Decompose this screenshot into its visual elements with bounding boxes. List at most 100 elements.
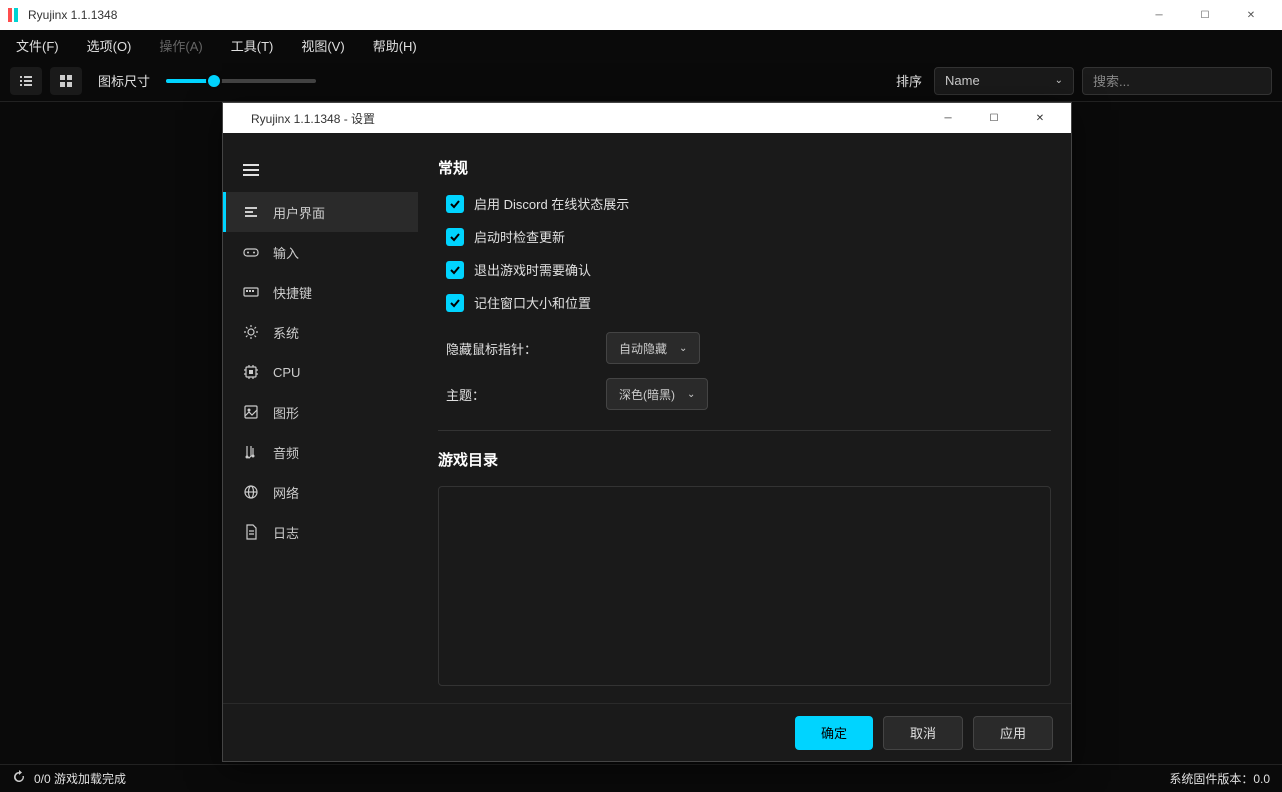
checkbox-row: 启动时检查更新 xyxy=(438,227,1051,246)
nav-item-log[interactable]: 日志 xyxy=(223,512,418,552)
nav-item-label: 日志 xyxy=(273,523,299,542)
menubar: 文件(F) 选项(O) 操作(A) 工具(T) 视图(V) 帮助(H) xyxy=(0,30,1282,60)
nav-item-audio[interactable]: 音频 xyxy=(223,432,418,472)
system-icon xyxy=(243,324,259,340)
main-titlebar: Ryujinx 1.1.1348 ─ ☐ ✕ xyxy=(0,0,1282,30)
theme-label: 主题： xyxy=(446,385,586,404)
hamburger-icon xyxy=(243,163,259,177)
checkbox-row: 记住窗口大小和位置 xyxy=(438,293,1051,312)
section-gamedir-title: 游戏目录 xyxy=(438,449,1051,470)
list-view-button[interactable] xyxy=(10,67,42,95)
checkbox-row: 退出游戏时需要确认 xyxy=(438,260,1051,279)
checkbox-0[interactable] xyxy=(446,195,464,213)
list-icon xyxy=(19,74,33,88)
audio-icon xyxy=(243,444,259,460)
statusbar: 0/0 游戏加载完成 系统固件版本：0.0 xyxy=(0,764,1282,792)
settings-dialog: Ryujinx 1.1.1348 - 设置 ─ ☐ ✕ 用户界面输入快捷键系统 C… xyxy=(222,102,1072,762)
toolbar: 图标尺寸 排序 Name ⌄ 搜索... xyxy=(0,60,1282,102)
menu-actions: 操作(A) xyxy=(153,32,208,59)
nav-item-cpu[interactable]: CPU xyxy=(223,352,418,392)
cpu-icon xyxy=(243,364,259,380)
apply-button[interactable]: 应用 xyxy=(973,716,1053,750)
sort-label: 排序 xyxy=(896,71,922,90)
nav-item-graphics[interactable]: 图形 xyxy=(223,392,418,432)
check-icon xyxy=(449,264,461,276)
settings-content: 常规 启用 Discord 在线状态展示启动时检查更新退出游戏时需要确认记住窗口… xyxy=(418,133,1071,703)
app-logo-icon xyxy=(8,8,22,22)
network-icon xyxy=(243,484,259,500)
ui-icon xyxy=(243,204,259,220)
search-input[interactable]: 搜索... xyxy=(1082,67,1272,95)
nav-item-label: CPU xyxy=(273,365,300,380)
search-placeholder: 搜索... xyxy=(1093,71,1130,90)
firmware-version: 系统固件版本：0.0 xyxy=(1169,770,1270,787)
icon-size-slider[interactable] xyxy=(166,71,316,91)
hide-cursor-value: 自动隐藏 xyxy=(619,340,667,357)
close-button[interactable]: ✕ xyxy=(1228,0,1274,30)
checkbox-2[interactable] xyxy=(446,261,464,279)
hide-cursor-label: 隐藏鼠标指针： xyxy=(446,339,586,358)
check-icon xyxy=(449,231,461,243)
dialog-maximize-button[interactable]: ☐ xyxy=(971,103,1017,133)
nav-item-label: 网络 xyxy=(273,483,299,502)
nav-item-label: 图形 xyxy=(273,403,299,422)
divider xyxy=(438,430,1051,431)
menu-options[interactable]: 选项(O) xyxy=(81,32,138,59)
menu-view[interactable]: 视图(V) xyxy=(295,32,350,59)
nav-item-input[interactable]: 输入 xyxy=(223,232,418,272)
sort-value: Name xyxy=(945,73,980,88)
dialog-body: 用户界面输入快捷键系统 CPU 图形音频网络日志 常规 启用 Discord 在线状… xyxy=(223,133,1071,703)
sort-dropdown[interactable]: Name ⌄ xyxy=(934,67,1074,95)
icon-size-label: 图标尺寸 xyxy=(98,71,150,90)
input-icon xyxy=(243,244,259,260)
nav-item-hotkey[interactable]: 快捷键 xyxy=(223,272,418,312)
refresh-icon xyxy=(12,770,26,784)
theme-value: 深色(暗黑) xyxy=(619,386,675,403)
hotkey-icon xyxy=(243,284,259,300)
minimize-button[interactable]: ─ xyxy=(1136,0,1182,30)
nav-item-label: 快捷键 xyxy=(273,283,312,302)
refresh-button[interactable] xyxy=(12,770,26,787)
checkbox-label: 记住窗口大小和位置 xyxy=(474,293,591,312)
dialog-footer: 确定 取消 应用 xyxy=(223,703,1071,761)
ok-button[interactable]: 确定 xyxy=(795,716,873,750)
menu-help[interactable]: 帮助(H) xyxy=(367,32,423,59)
checkbox-row: 启用 Discord 在线状态展示 xyxy=(438,194,1051,213)
hamburger-button[interactable] xyxy=(223,153,418,192)
dialog-title: Ryujinx 1.1.1348 - 设置 xyxy=(251,110,375,127)
nav-item-label: 用户界面 xyxy=(273,203,325,222)
main-window-title: Ryujinx 1.1.1348 xyxy=(28,8,117,22)
chevron-down-icon: ⌄ xyxy=(687,389,695,400)
log-icon xyxy=(243,524,259,540)
menu-file[interactable]: 文件(F) xyxy=(10,32,65,59)
check-icon xyxy=(449,297,461,309)
section-general-title: 常规 xyxy=(438,157,1051,178)
cancel-button[interactable]: 取消 xyxy=(883,716,963,750)
graphics-icon xyxy=(243,404,259,420)
theme-dropdown[interactable]: 深色(暗黑) ⌄ xyxy=(606,378,708,410)
maximize-button[interactable]: ☐ xyxy=(1182,0,1228,30)
nav-item-ui[interactable]: 用户界面 xyxy=(223,192,418,232)
dialog-close-button[interactable]: ✕ xyxy=(1017,103,1063,133)
chevron-down-icon: ⌄ xyxy=(1055,75,1063,86)
checkbox-label: 退出游戏时需要确认 xyxy=(474,260,591,279)
app-logo-icon xyxy=(231,111,245,125)
chevron-down-icon: ⌄ xyxy=(679,343,687,354)
dialog-titlebar: Ryujinx 1.1.1348 - 设置 ─ ☐ ✕ xyxy=(223,103,1071,133)
hide-cursor-dropdown[interactable]: 自动隐藏 ⌄ xyxy=(606,332,700,364)
game-directory-list[interactable] xyxy=(438,486,1051,686)
load-status: 0/0 游戏加载完成 xyxy=(34,770,126,787)
settings-sidebar: 用户界面输入快捷键系统 CPU 图形音频网络日志 xyxy=(223,133,418,703)
checkbox-3[interactable] xyxy=(446,294,464,312)
check-icon xyxy=(449,198,461,210)
nav-item-network[interactable]: 网络 xyxy=(223,472,418,512)
checkbox-1[interactable] xyxy=(446,228,464,246)
nav-item-label: 音频 xyxy=(273,443,299,462)
nav-item-system[interactable]: 系统 xyxy=(223,312,418,352)
menu-tools[interactable]: 工具(T) xyxy=(225,32,280,59)
nav-item-label: 系统 xyxy=(273,323,299,342)
nav-item-label: 输入 xyxy=(273,243,299,262)
checkbox-label: 启用 Discord 在线状态展示 xyxy=(474,194,629,213)
grid-view-button[interactable] xyxy=(50,67,82,95)
dialog-minimize-button[interactable]: ─ xyxy=(925,103,971,133)
